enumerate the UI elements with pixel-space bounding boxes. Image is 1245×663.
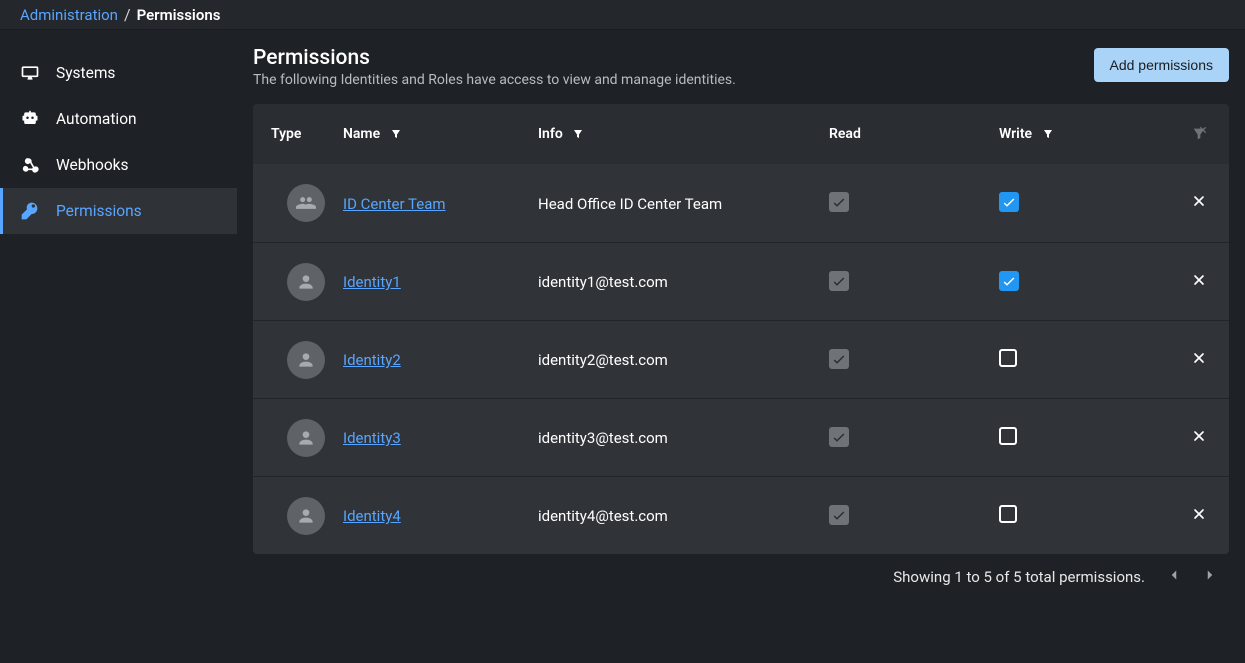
computer-icon — [20, 63, 46, 83]
col-header-info[interactable]: Info — [538, 126, 829, 142]
col-header-name-label: Name — [343, 126, 380, 142]
user-icon — [287, 263, 325, 301]
page-title: Permissions — [253, 46, 736, 70]
read-checkbox — [829, 271, 849, 291]
table-row: Identity2 identity2@test.com — [253, 320, 1229, 398]
table-row: Identity4 identity4@test.com — [253, 476, 1229, 554]
write-checkbox[interactable] — [999, 192, 1019, 212]
col-header-write-label: Write — [999, 126, 1032, 142]
breadcrumb: Administration / Permissions — [0, 0, 1245, 30]
col-header-type: Type — [253, 126, 343, 142]
filter-icon[interactable] — [390, 126, 402, 142]
sidebar-item-label: Automation — [56, 110, 137, 128]
main-content: Permissions The following Identities and… — [237, 30, 1245, 663]
sidebar-item-permissions[interactable]: Permissions — [0, 188, 237, 234]
col-header-read: Read — [829, 126, 999, 142]
read-checkbox — [829, 427, 849, 447]
write-checkbox[interactable] — [999, 505, 1017, 523]
table-row: ID Center Team Head Office ID Center Team — [253, 164, 1229, 242]
group-icon — [287, 184, 325, 222]
robot-icon — [20, 109, 46, 129]
sidebar-item-label: Permissions — [56, 202, 142, 220]
table-row: Identity3 identity3@test.com — [253, 398, 1229, 476]
sidebar-item-automation[interactable]: Automation — [0, 96, 237, 142]
user-icon — [287, 341, 325, 379]
write-checkbox[interactable] — [999, 271, 1019, 291]
read-checkbox — [829, 349, 849, 369]
next-page-button[interactable] — [1201, 566, 1219, 588]
write-checkbox[interactable] — [999, 349, 1017, 367]
page-subtitle: The following Identities and Roles have … — [253, 72, 736, 88]
sidebar-item-webhooks[interactable]: Webhooks — [0, 142, 237, 188]
delete-row-button[interactable] — [1191, 273, 1207, 292]
add-permissions-button[interactable]: Add permissions — [1094, 48, 1230, 82]
row-name-link[interactable]: Identity3 — [343, 429, 401, 447]
breadcrumb-parent[interactable]: Administration — [20, 6, 118, 24]
filter-icon[interactable] — [1042, 126, 1054, 142]
write-checkbox[interactable] — [999, 427, 1017, 445]
table-footer: Showing 1 to 5 of 5 total permissions. — [253, 554, 1229, 600]
col-header-name[interactable]: Name — [343, 126, 538, 142]
row-info: identity3@test.com — [538, 429, 668, 447]
row-name-link[interactable]: Identity2 — [343, 351, 401, 369]
row-info: identity4@test.com — [538, 507, 668, 525]
row-info: identity2@test.com — [538, 351, 668, 369]
sidebar-item-label: Webhooks — [56, 156, 129, 174]
table-header-row: Type Name Info Read Write — [253, 104, 1229, 164]
sidebar-item-label: Systems — [56, 64, 115, 82]
pagination-summary: Showing 1 to 5 of 5 total permissions. — [893, 568, 1145, 586]
col-header-info-label: Info — [538, 126, 563, 142]
user-icon — [287, 419, 325, 457]
webhook-icon — [20, 155, 46, 175]
clear-filters-button[interactable] — [1169, 126, 1229, 142]
row-name-link[interactable]: Identity4 — [343, 507, 401, 525]
delete-row-button[interactable] — [1191, 194, 1207, 213]
key-icon — [20, 201, 46, 221]
filter-icon[interactable] — [572, 126, 584, 142]
delete-row-button[interactable] — [1191, 507, 1207, 526]
col-header-write[interactable]: Write — [999, 126, 1169, 142]
read-checkbox — [829, 505, 849, 525]
table-row: Identity1 identity1@test.com — [253, 242, 1229, 320]
permissions-table: Type Name Info Read Write ID Cent — [253, 104, 1229, 554]
breadcrumb-separator: / — [124, 5, 131, 24]
breadcrumb-current: Permissions — [137, 6, 221, 24]
row-name-link[interactable]: Identity1 — [343, 273, 401, 291]
sidebar: Systems Automation Webhooks Permissions — [0, 30, 237, 663]
delete-row-button[interactable] — [1191, 429, 1207, 448]
row-info: identity1@test.com — [538, 273, 668, 291]
prev-page-button[interactable] — [1165, 566, 1183, 588]
sidebar-item-systems[interactable]: Systems — [0, 50, 237, 96]
delete-row-button[interactable] — [1191, 351, 1207, 370]
user-icon — [287, 497, 325, 535]
row-name-link[interactable]: ID Center Team — [343, 195, 446, 213]
read-checkbox — [829, 192, 849, 212]
row-info: Head Office ID Center Team — [538, 195, 722, 213]
